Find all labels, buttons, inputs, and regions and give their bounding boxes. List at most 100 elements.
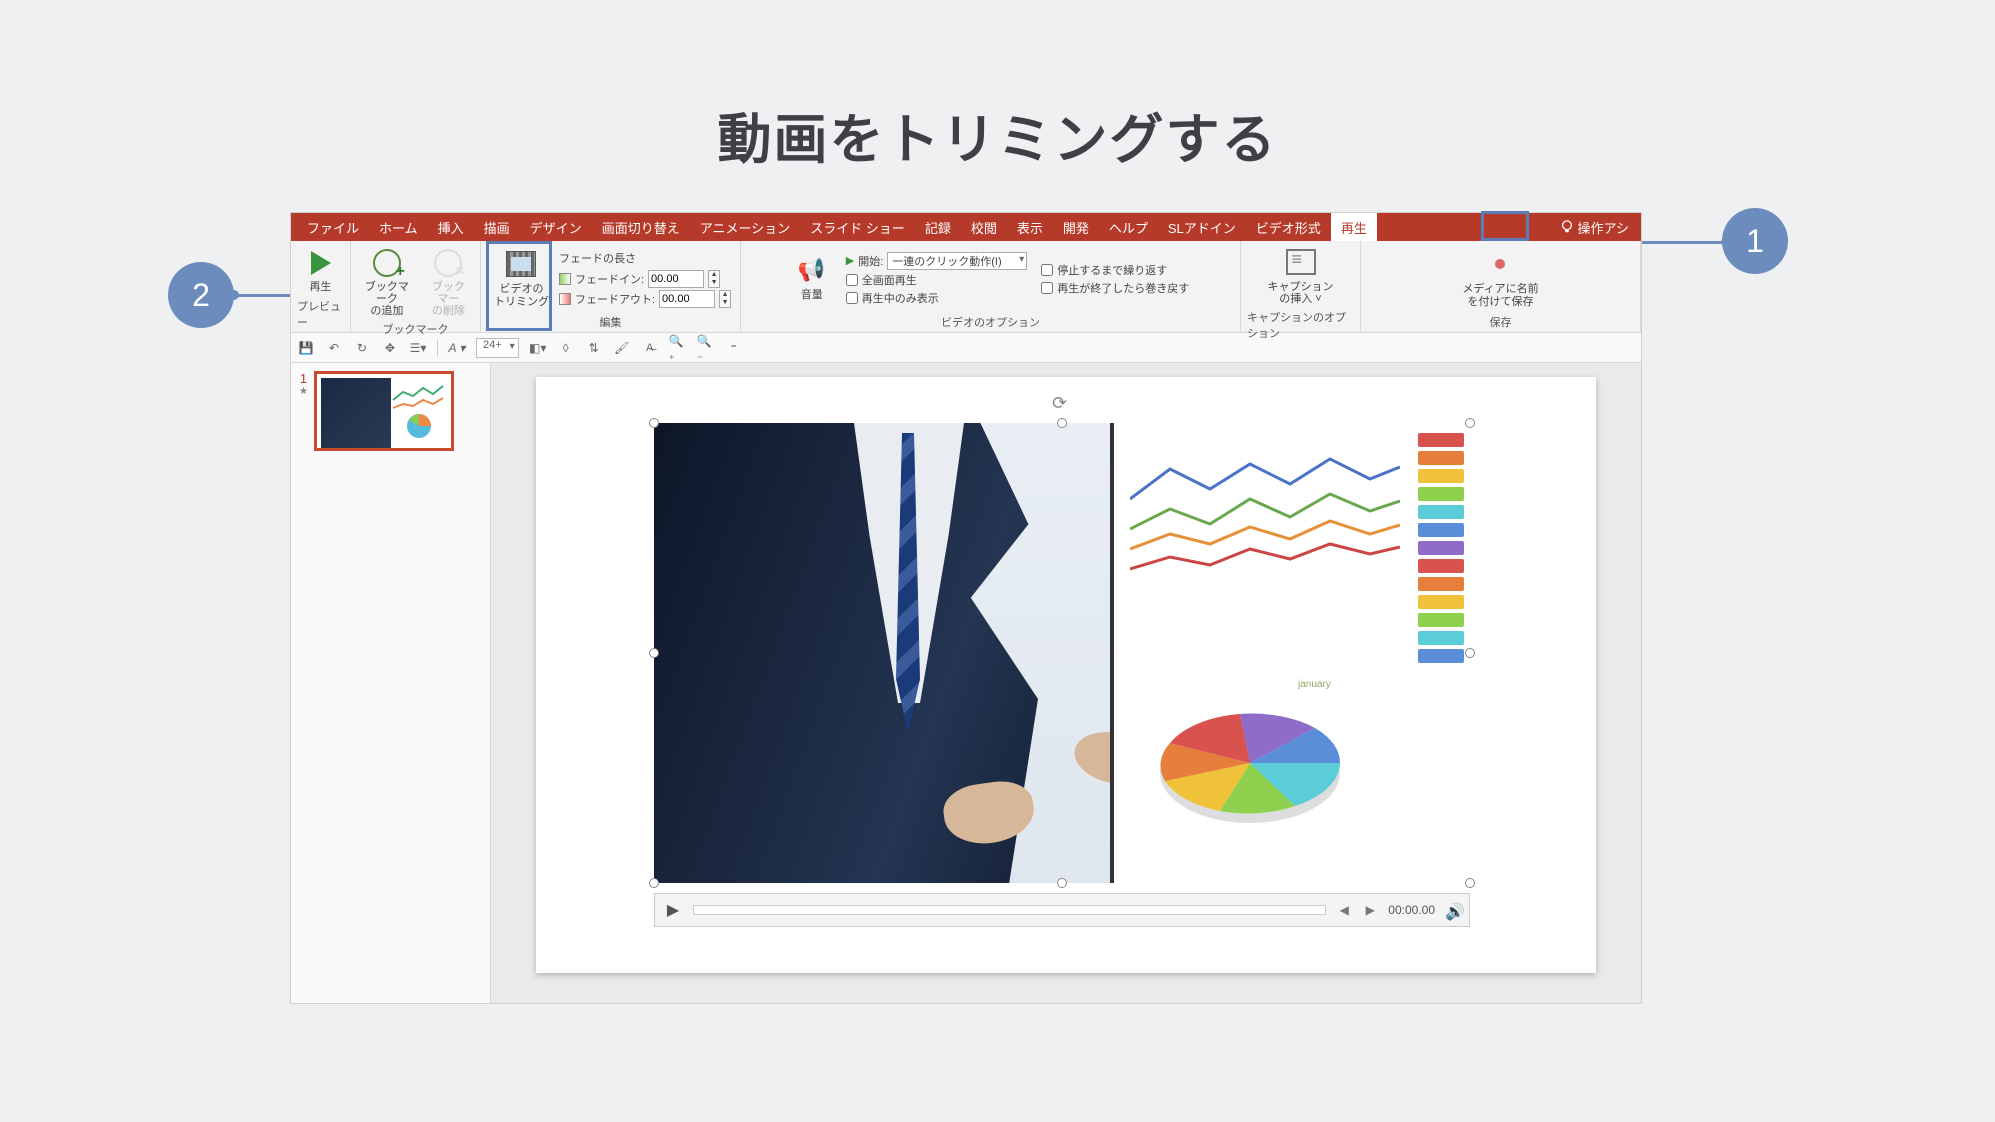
insert-caption-button[interactable]: キャプション の挿入 ˅ xyxy=(1264,245,1338,307)
caption-icon xyxy=(1285,247,1317,279)
bookmark-add-icon xyxy=(371,247,403,279)
save-icon[interactable]: 💾 xyxy=(297,339,315,357)
slide[interactable]: ⟳ xyxy=(536,377,1596,973)
thumbnail-1[interactable]: 1 ★ xyxy=(299,371,482,451)
group-video-options: 音量 ▶ 開始: 一連のクリック動作(I) 全画面再生 xyxy=(741,241,1241,332)
rewind-label: 再生が終了したら巻き戻す xyxy=(1057,280,1189,296)
rewind-checkbox[interactable] xyxy=(1041,282,1053,294)
volume-icon xyxy=(796,255,828,287)
group-edit: ビデオの トリミング フェードの長さ フェードイン: ▲▼ フェードアウト: xyxy=(481,241,741,332)
tab-video-format[interactable]: ビデオ形式 xyxy=(1246,213,1331,241)
video-object[interactable]: ⟳ xyxy=(654,423,1470,883)
resize-handle[interactable] xyxy=(649,878,659,888)
loop-checkbox[interactable] xyxy=(1041,264,1053,276)
tab-design[interactable]: デザイン xyxy=(520,213,592,241)
playbar-play-button[interactable]: ▶ xyxy=(663,900,683,920)
resize-handle[interactable] xyxy=(1057,418,1067,428)
fullscreen-checkbox[interactable] xyxy=(846,274,858,286)
fade-out-spinner[interactable]: ▲▼ xyxy=(719,290,731,308)
group-video-options-label: ビデオのオプション xyxy=(941,312,1040,330)
font-style-icon[interactable]: A ▾ xyxy=(448,339,466,357)
slide-thumbnails-panel: 1 ★ xyxy=(291,363,491,1003)
shape-fill-icon[interactable]: ◧▾ xyxy=(529,339,547,357)
lightbulb-icon xyxy=(1560,220,1574,234)
powerpoint-window: ファイル ホーム 挿入 描画 デザイン 画面切り替え アニメーション スライド … xyxy=(290,212,1642,1004)
format-painter-icon[interactable]: 🖌 xyxy=(613,339,631,357)
tab-transitions[interactable]: 画面切り替え xyxy=(592,213,690,241)
tab-animations[interactable]: アニメーション xyxy=(690,213,800,241)
fade-in-spinner[interactable]: ▲▼ xyxy=(708,270,720,288)
fade-out-input[interactable] xyxy=(659,290,715,308)
ribbon-tabs: ファイル ホーム 挿入 描画 デザイン 画面切り替え アニメーション スライド … xyxy=(291,213,1641,241)
qat-overflow-icon[interactable]: ⁼ xyxy=(725,339,743,357)
tab-slideshow[interactable]: スライド ショー xyxy=(800,213,915,241)
trim-video-button[interactable]: ビデオの トリミング xyxy=(490,247,553,309)
hide-label: 再生中のみ表示 xyxy=(862,290,939,306)
tab-home[interactable]: ホーム xyxy=(369,213,428,241)
playbar-volume-icon[interactable]: 🔊 xyxy=(1445,902,1461,918)
volume-button[interactable]: 音量 xyxy=(792,253,832,303)
slide-stage: ⟳ xyxy=(491,363,1641,1003)
remove-bookmark-label: ブックマー の削除 xyxy=(427,281,470,317)
tab-review[interactable]: 校閲 xyxy=(961,213,1007,241)
zoom-in-icon[interactable]: 🔍₊ xyxy=(669,339,687,357)
group-save-label: 保存 xyxy=(1490,312,1512,330)
step-forward-button[interactable]: ▶ xyxy=(1362,902,1378,918)
rotate-handle-icon[interactable]: ⟳ xyxy=(1052,393,1072,413)
playbar-time: 00:00.00 xyxy=(1388,903,1435,917)
step-back-button[interactable]: ◀ xyxy=(1336,902,1352,918)
hide-checkbox[interactable] xyxy=(846,292,858,304)
redo-icon[interactable]: ↻ xyxy=(353,339,371,357)
group-bookmark-label: ブックマーク xyxy=(383,319,449,337)
resize-handle[interactable] xyxy=(1057,878,1067,888)
resize-handle[interactable] xyxy=(649,418,659,428)
start-select[interactable]: 一連のクリック動作(I) xyxy=(887,252,1027,270)
add-bookmark-label: ブックマーク の追加 xyxy=(361,281,413,317)
tab-help[interactable]: ヘルプ xyxy=(1099,213,1158,241)
tab-file[interactable]: ファイル xyxy=(297,213,369,241)
add-bookmark-button[interactable]: ブックマーク の追加 xyxy=(357,245,417,319)
resize-handle[interactable] xyxy=(1465,648,1475,658)
chart-legend xyxy=(1418,433,1464,873)
undo-icon[interactable]: ↶ xyxy=(325,339,343,357)
save-media-button[interactable]: メディアに名前 を付けて保存 xyxy=(1458,247,1542,309)
shape-outline-icon[interactable]: ◊ xyxy=(557,339,575,357)
playbar-track[interactable] xyxy=(693,905,1326,915)
tab-record[interactable]: 記録 xyxy=(915,213,961,241)
trim-icon xyxy=(505,249,537,281)
resize-handle[interactable] xyxy=(1465,418,1475,428)
qat-divider xyxy=(437,339,438,357)
thumb-number: 1 xyxy=(300,371,307,386)
tell-me-search[interactable]: 操作アシ xyxy=(1554,218,1635,237)
bullets-icon[interactable]: ☰▾ xyxy=(409,339,427,357)
tab-insert[interactable]: 挿入 xyxy=(428,213,474,241)
tab-developer[interactable]: 開発 xyxy=(1053,213,1099,241)
save-label: メディアに名前 を付けて保存 xyxy=(1462,283,1538,307)
fade-in-label: フェードイン: xyxy=(575,271,644,287)
touch-mode-icon[interactable]: ✥ xyxy=(381,339,399,357)
caption-label: キャプション の挿入 ˅ xyxy=(1268,281,1334,305)
resize-handle[interactable] xyxy=(1465,878,1475,888)
tab-draw[interactable]: 描画 xyxy=(474,213,520,241)
resize-handle[interactable] xyxy=(649,648,659,658)
tab-view[interactable]: 表示 xyxy=(1007,213,1053,241)
page-title: 動画をトリミングする xyxy=(0,95,1995,174)
fade-settings: フェードの長さ フェードイン: ▲▼ フェードアウト: ▲▼ xyxy=(559,250,731,308)
tab-sladdin[interactable]: SLアドイン xyxy=(1158,213,1246,241)
group-caption-label: キャプションのオプション xyxy=(1247,307,1354,341)
zoom-out-icon[interactable]: 🔍₋ xyxy=(697,339,715,357)
fade-title: フェードの長さ xyxy=(559,250,731,266)
tell-me-label: 操作アシ xyxy=(1578,218,1629,237)
play-button[interactable]: 再生 xyxy=(301,245,341,295)
group-preview-label: プレビュー xyxy=(297,296,344,330)
font-size-selector[interactable]: 24+ xyxy=(476,338,519,358)
group-bookmark: ブックマーク の追加 ブックマー の削除 ブックマーク xyxy=(351,241,481,332)
trim-label: ビデオの トリミング xyxy=(494,283,549,307)
fade-in-icon xyxy=(559,273,571,285)
callout-1: 1 xyxy=(1722,208,1788,274)
tab-playback[interactable]: 再生 xyxy=(1331,213,1377,241)
align-icon[interactable]: ⇅ xyxy=(585,339,603,357)
clear-format-icon[interactable]: A̶ xyxy=(641,339,659,357)
play-icon xyxy=(305,247,337,279)
fade-in-input[interactable] xyxy=(648,270,704,288)
